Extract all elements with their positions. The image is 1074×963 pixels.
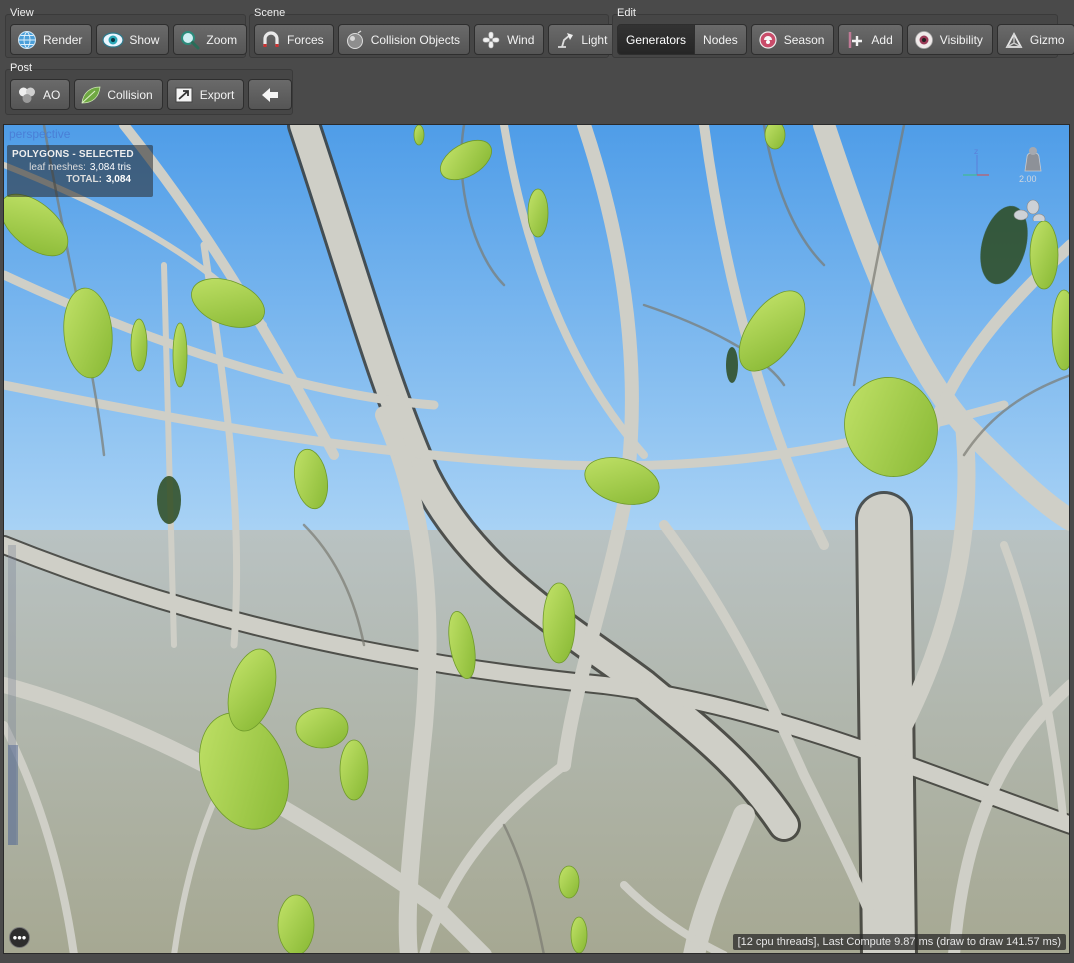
stats-key: TOTAL: <box>66 174 102 185</box>
globe-icon <box>16 29 38 51</box>
post-buttons: AO Collision Export <box>10 79 293 110</box>
forces-label: Forces <box>287 32 324 47</box>
ao-label: AO <box>43 87 61 102</box>
wind-button[interactable]: Wind <box>474 24 545 55</box>
zoom-label: Zoom <box>206 32 238 47</box>
season-button[interactable]: Season <box>750 24 835 55</box>
eye-icon <box>102 29 124 51</box>
camera-label[interactable]: perspective <box>9 127 70 141</box>
scene-buttons: Forces Collision Objects Wind Light <box>254 24 618 55</box>
leaf-icon <box>80 84 102 106</box>
collision-label: Collision <box>107 87 153 102</box>
tree-scene <box>4 125 1069 953</box>
tab-nodes[interactable]: Nodes <box>695 24 747 55</box>
gizmo-label: Gizmo <box>1029 32 1065 47</box>
stats-row-leaf: leaf meshes: 3,084 tris <box>7 162 153 174</box>
zoom-readout: 2.00 <box>1019 174 1037 184</box>
add-icon <box>844 29 866 51</box>
axis-indicator: z <box>957 147 997 187</box>
add-button[interactable]: Add <box>838 24 903 55</box>
post-panel-title: Post <box>10 62 33 74</box>
render-label: Render <box>43 32 83 47</box>
3d-viewport[interactable]: perspective POLYGONS - SELECTED leaf mes… <box>3 124 1070 954</box>
back-button[interactable] <box>248 79 293 110</box>
collision-objects-button[interactable]: Collision Objects <box>337 24 471 55</box>
edit-mode-tabs: Generators Nodes <box>617 24 747 55</box>
add-label: Add <box>871 32 893 47</box>
status-bar-text: [12 cpu threads], Last Compute 9.87 ms (… <box>732 934 1066 950</box>
edit-buttons: Generators Nodes Season Add Visibility G… <box>617 24 1074 55</box>
show-button[interactable]: Show <box>96 24 170 55</box>
axis-z-label: z <box>974 147 978 156</box>
stats-value: 3,084 <box>105 174 131 185</box>
magnet-icon <box>260 29 282 51</box>
export-button[interactable]: Export <box>166 79 245 110</box>
ao-icon <box>16 84 38 106</box>
back-arrow-icon <box>259 84 281 106</box>
ao-button[interactable]: AO <box>10 79 71 110</box>
gizmo-button[interactable]: Gizmo <box>996 24 1074 55</box>
collision-button[interactable]: Collision <box>74 79 163 110</box>
export-label: Export <box>199 87 235 102</box>
stats-value: 3,084 tris <box>89 162 131 173</box>
collision-objects-label: Collision Objects <box>370 32 461 47</box>
stats-row-total: TOTAL: 3,084 <box>7 174 153 186</box>
visibility-button[interactable]: Visibility <box>906 24 993 55</box>
visibility-label: Visibility <box>939 32 983 47</box>
sphere-icon <box>344 29 366 51</box>
export-icon <box>173 84 195 106</box>
camera-gizmo[interactable]: 2.00 <box>1013 141 1053 225</box>
left-scale-fill <box>8 745 18 845</box>
stats-heading: POLYGONS - SELECTED <box>12 149 134 160</box>
season-label: Season <box>783 32 825 47</box>
gizmo-icon <box>1003 29 1025 51</box>
polygon-stats-overlay: POLYGONS - SELECTED leaf meshes: 3,084 t… <box>7 145 153 197</box>
view-panel-title: View <box>10 7 34 19</box>
season-icon <box>757 29 779 51</box>
scene-panel-title: Scene <box>254 7 286 19</box>
lamp-icon <box>554 29 576 51</box>
show-label: Show <box>129 32 160 47</box>
zoom-button[interactable]: Zoom <box>173 24 248 55</box>
light-label: Light <box>581 32 608 47</box>
edit-panel-title: Edit <box>617 7 636 19</box>
fan-icon <box>480 29 502 51</box>
more-options-button[interactable]: ••• <box>9 927 30 948</box>
render-button[interactable]: Render <box>10 24 93 55</box>
magnifier-icon <box>179 29 201 51</box>
light-button[interactable]: Light <box>548 24 618 55</box>
forces-button[interactable]: Forces <box>254 24 334 55</box>
view-buttons: Render Show Zoom <box>10 24 248 55</box>
tab-generators[interactable]: Generators <box>617 24 696 55</box>
wind-label: Wind <box>507 32 535 47</box>
stats-key: leaf meshes: <box>29 162 86 173</box>
eyeball-icon <box>913 29 935 51</box>
